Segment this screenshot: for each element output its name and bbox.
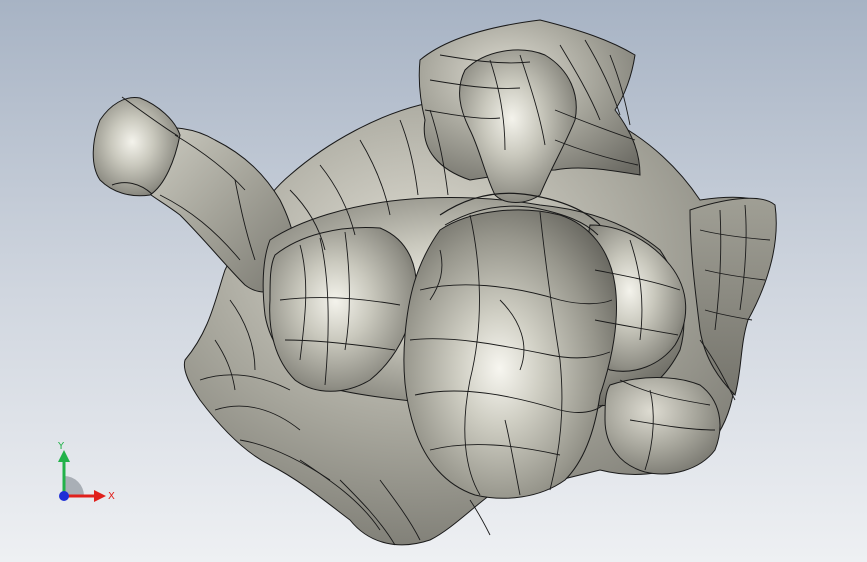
x-axis-arrow (94, 490, 106, 502)
x-axis-label: X (108, 491, 115, 502)
3d-viewport[interactable]: Y X (0, 0, 867, 562)
3d-model-sculpture[interactable] (0, 0, 867, 562)
forearm-right (604, 377, 721, 475)
z-axis-dot (59, 491, 69, 501)
axis-triad: Y X (57, 441, 115, 502)
y-axis-label: Y (57, 441, 65, 452)
